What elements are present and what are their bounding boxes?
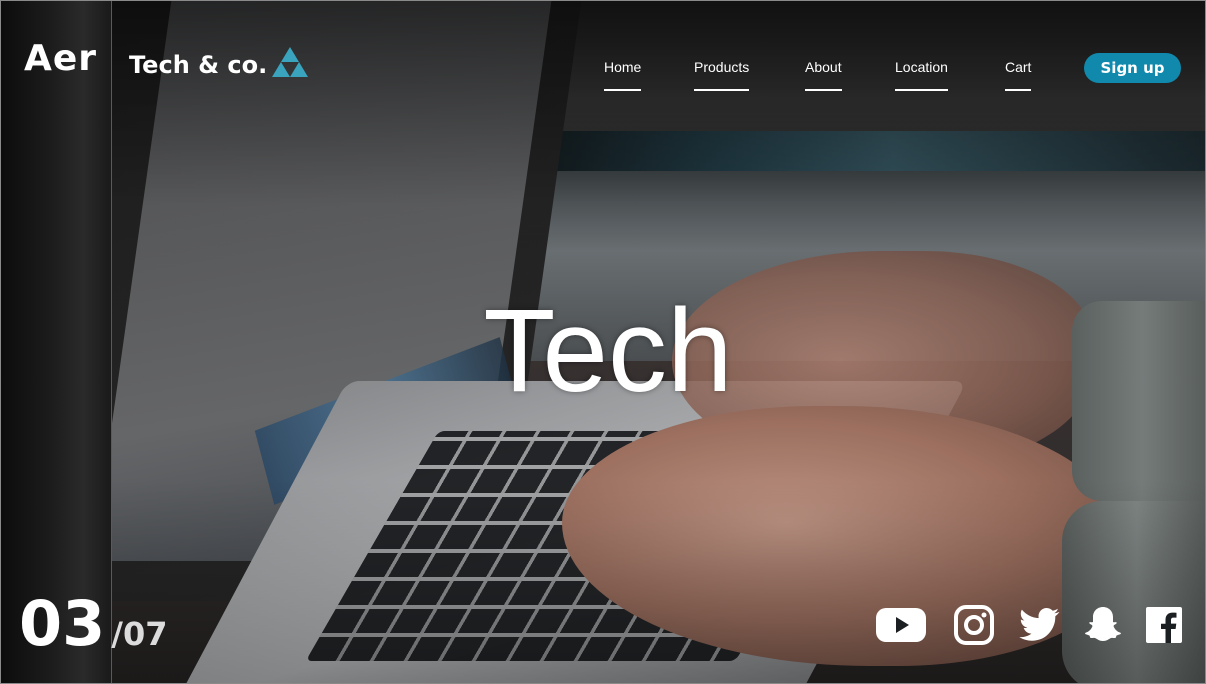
sign-up-button[interactable]: Sign up [1084,53,1181,83]
nav-products[interactable]: Products [694,59,750,91]
slide-total: /07 [111,615,168,653]
slide-current: 03 [19,587,106,660]
slide-counter: 03/07 [19,587,168,660]
app-window: Aer Tech & co. Home Products About Locat… [0,0,1206,684]
youtube-icon[interactable] [875,605,927,645]
nav-cart[interactable]: Cart [1005,59,1032,91]
snapchat-icon[interactable] [1082,605,1124,645]
nav-about[interactable]: About [805,59,842,91]
main-nav: Home Products About Location Cart [1,59,1205,99]
nav-home[interactable]: Home [604,59,642,91]
facebook-icon[interactable] [1146,607,1182,643]
hero-title: Tech [483,285,733,417]
nav-location[interactable]: Location [895,59,948,91]
twitter-icon[interactable] [1018,607,1060,643]
instagram-icon[interactable] [954,605,994,645]
